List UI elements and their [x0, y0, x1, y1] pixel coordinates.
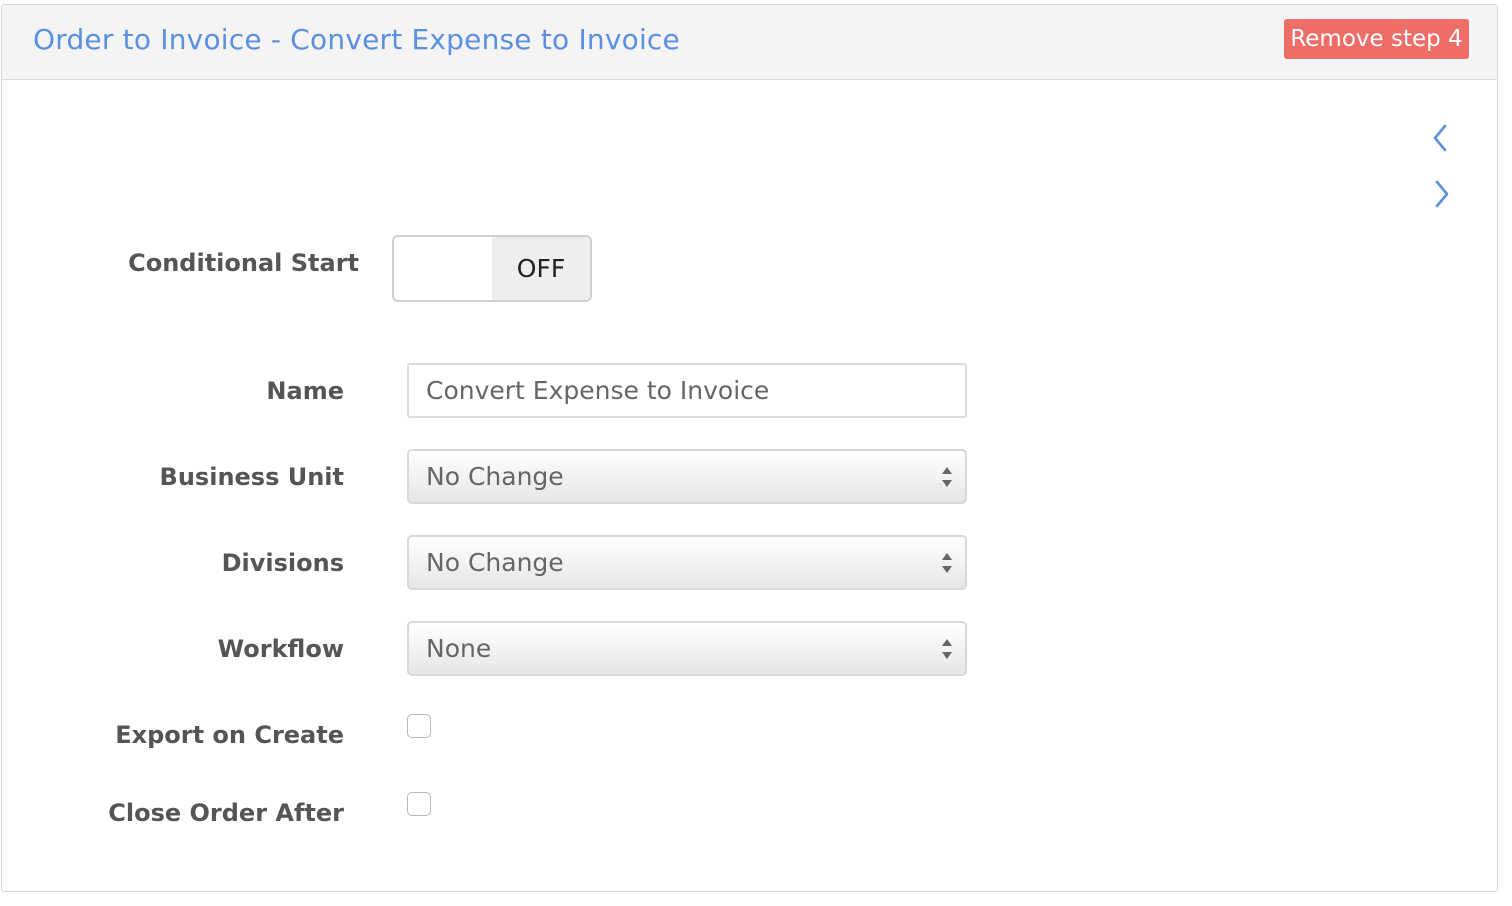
- remove-step-button[interactable]: Remove step 4: [1284, 19, 1469, 59]
- export-on-create-label: Export on Create: [115, 721, 344, 749]
- select-arrows-icon: [942, 552, 952, 573]
- step-panel: Order to Invoice - Convert Expense to In…: [1, 4, 1498, 892]
- panel-header: Order to Invoice - Convert Expense to In…: [2, 5, 1497, 80]
- chevron-left-icon[interactable]: [1428, 122, 1454, 154]
- divisions-value: No Change: [426, 548, 564, 577]
- chevron-right-icon[interactable]: [1428, 178, 1454, 210]
- divisions-select[interactable]: No Change: [407, 535, 967, 590]
- select-arrows-icon: [942, 466, 952, 487]
- close-order-after-checkbox[interactable]: [407, 792, 431, 816]
- toggle-knob: [394, 237, 492, 300]
- conditional-start-toggle[interactable]: OFF: [392, 235, 592, 302]
- workflow-value: None: [426, 634, 492, 663]
- workflow-select[interactable]: None: [407, 621, 967, 676]
- select-arrows-icon: [942, 638, 952, 659]
- business-unit-select[interactable]: No Change: [407, 449, 967, 504]
- business-unit-label: Business Unit: [159, 463, 344, 491]
- business-unit-value: No Change: [426, 462, 564, 491]
- name-input[interactable]: [407, 363, 967, 418]
- toggle-state-text: OFF: [492, 237, 590, 300]
- close-order-after-label: Close Order After: [108, 799, 344, 827]
- divisions-label: Divisions: [221, 549, 344, 577]
- workflow-label: Workflow: [217, 635, 344, 663]
- conditional-start-label: Conditional Start: [128, 249, 359, 277]
- export-on-create-checkbox[interactable]: [407, 714, 431, 738]
- name-label: Name: [266, 377, 344, 405]
- panel-title: Order to Invoice - Convert Expense to In…: [33, 23, 680, 56]
